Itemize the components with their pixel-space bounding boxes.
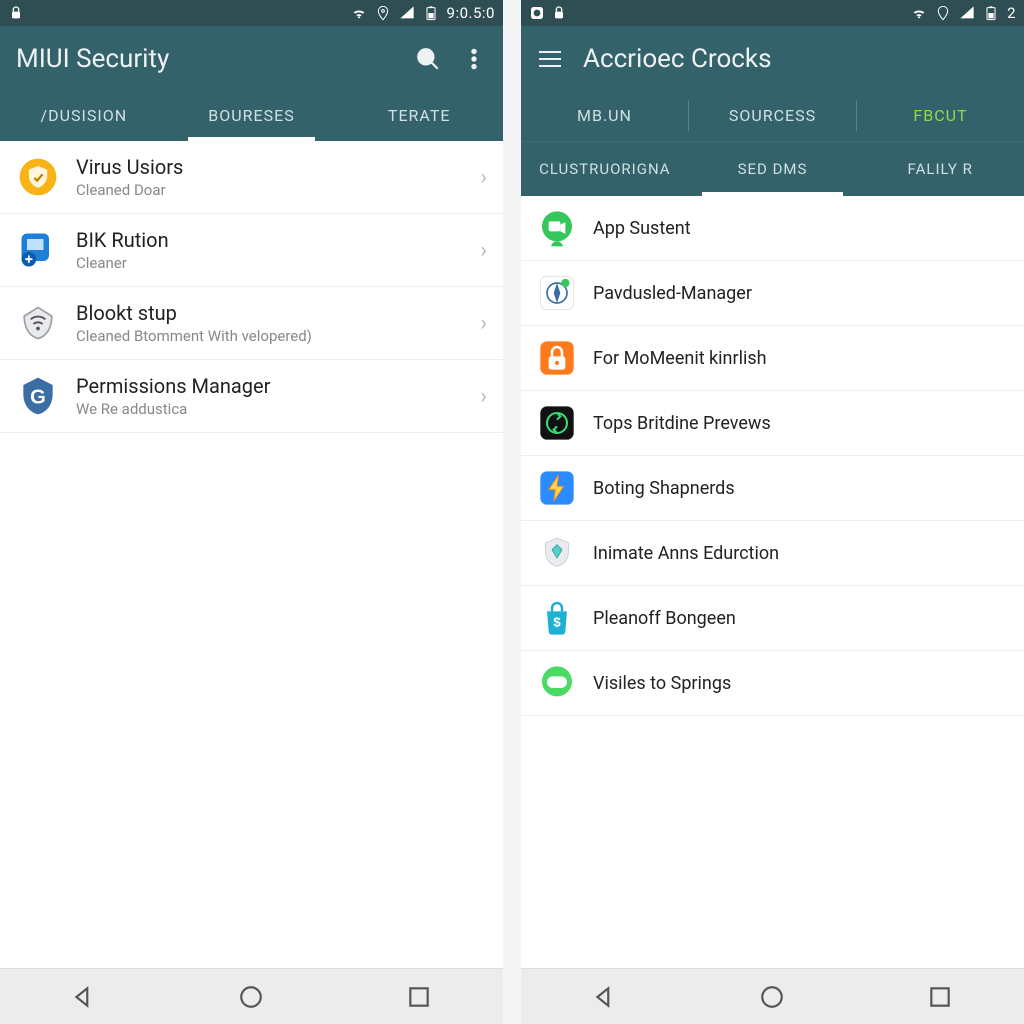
tabs: /DUSISION BOURESES TERATE xyxy=(0,90,503,141)
compass-icon xyxy=(537,273,577,313)
app-row[interactable]: Tops Britdine Prevews xyxy=(521,391,1024,456)
app-title: Boting Shapnerds xyxy=(593,478,1008,499)
app-title: Inimate Anns Edurction xyxy=(593,543,1008,564)
location-icon xyxy=(935,5,951,21)
action-bar: Accrioec Crocks xyxy=(521,26,1024,90)
tab-terate[interactable]: TERATE xyxy=(335,90,503,141)
shield-icon xyxy=(16,155,60,199)
cleaner-icon xyxy=(16,228,60,272)
bag-icon: $ xyxy=(537,598,577,638)
subtabs: CLUSTRUORIGNA SED DMS FALILY R xyxy=(521,141,1024,196)
list: Virus Usiors Cleaned Doar › BIK Rution C… xyxy=(0,141,503,968)
list-item-permissions[interactable]: G Permissions Manager We Re addustica › xyxy=(0,360,503,433)
app-title: Tops Britdine Prevews xyxy=(593,413,1008,434)
tab-dusision[interactable]: /DUSISION xyxy=(0,90,168,141)
app-title: Pavdusled-Manager xyxy=(593,283,1008,304)
app-icon xyxy=(529,5,545,21)
shield-gem-icon xyxy=(537,533,577,573)
action-bar: MIUI Security xyxy=(0,26,503,90)
phone-right: 2 Accrioec Crocks MB.UN SOURCESS FBCUT C… xyxy=(521,0,1024,1024)
wifi-icon xyxy=(911,5,927,21)
refresh-icon xyxy=(537,403,577,443)
lock-icon xyxy=(8,5,24,21)
back-button[interactable] xyxy=(68,981,100,1013)
wifi-shield-icon xyxy=(16,301,60,345)
item-title: Virus Usiors xyxy=(76,155,464,179)
page-title: MIUI Security xyxy=(16,44,395,74)
tab-mbun[interactable]: MB.UN xyxy=(521,90,688,141)
app-title: Pleanoff Bongeen xyxy=(593,608,1008,629)
app-row[interactable]: For MoMeenit kinrlish xyxy=(521,326,1024,391)
bolt-icon xyxy=(537,468,577,508)
status-time: 2 xyxy=(1007,4,1016,22)
battery-icon xyxy=(423,5,439,21)
chat-icon xyxy=(537,663,577,703)
subtab-clustru[interactable]: CLUSTRUORIGNA xyxy=(521,142,689,196)
status-time: 9:0.5:0 xyxy=(447,4,495,22)
home-button[interactable] xyxy=(756,981,788,1013)
signal-icon xyxy=(959,5,975,21)
item-subtitle: Cleaned Doar xyxy=(76,181,464,199)
item-title: Blookt stup xyxy=(76,301,464,325)
app-row[interactable]: Pavdusled-Manager xyxy=(521,261,1024,326)
status-bar: 2 xyxy=(521,0,1024,26)
item-subtitle: Cleaned Btomment With velopered) xyxy=(76,327,464,345)
tab-fbcut[interactable]: FBCUT xyxy=(857,90,1024,141)
app-title: Visiles to Springs xyxy=(593,673,1008,694)
nav-bar xyxy=(0,968,503,1024)
app-title: For MoMeenit kinrlish xyxy=(593,348,1008,369)
svg-text:$: $ xyxy=(553,614,561,629)
chevron-right-icon: › xyxy=(480,238,487,263)
battery-icon xyxy=(983,5,999,21)
list-item-blookt[interactable]: Blookt stup Cleaned Btomment With velope… xyxy=(0,287,503,360)
app-row[interactable]: $ Pleanoff Bongeen xyxy=(521,586,1024,651)
phone-left: 9:0.5:0 MIUI Security /DUSISION BOURESES… xyxy=(0,0,503,1024)
app-list: App Sustent Pavdusled-Manager For MoMeen… xyxy=(521,196,1024,968)
signal-icon xyxy=(399,5,415,21)
search-icon[interactable] xyxy=(415,46,441,72)
item-title: BIK Rution xyxy=(76,228,464,252)
page-title: Accrioec Crocks xyxy=(583,44,1008,74)
tab-boureses[interactable]: BOURESES xyxy=(168,90,336,141)
recent-button[interactable] xyxy=(403,981,435,1013)
chevron-right-icon: › xyxy=(480,311,487,336)
nav-bar xyxy=(521,968,1024,1024)
tab-sourcess[interactable]: SOURCESS xyxy=(689,90,856,141)
app-row[interactable]: Visiles to Springs xyxy=(521,651,1024,716)
lock-icon xyxy=(551,5,567,21)
video-icon xyxy=(537,208,577,248)
chevron-right-icon: › xyxy=(480,384,487,409)
app-row[interactable]: Boting Shapnerds xyxy=(521,456,1024,521)
chevron-right-icon: › xyxy=(480,165,487,190)
item-title: Permissions Manager xyxy=(76,374,464,398)
svg-text:G: G xyxy=(30,386,46,408)
more-icon[interactable] xyxy=(461,46,487,72)
menu-icon[interactable] xyxy=(537,46,563,72)
recent-button[interactable] xyxy=(924,981,956,1013)
wifi-icon xyxy=(351,5,367,21)
list-item-bik[interactable]: BIK Rution Cleaner › xyxy=(0,214,503,287)
list-item-virus[interactable]: Virus Usiors Cleaned Doar › xyxy=(0,141,503,214)
location-icon xyxy=(375,5,391,21)
status-bar: 9:0.5:0 xyxy=(0,0,503,26)
permissions-icon: G xyxy=(16,374,60,418)
back-button[interactable] xyxy=(589,981,621,1013)
subtab-falily[interactable]: FALILY R xyxy=(856,142,1024,196)
subtab-seddms[interactable]: SED DMS xyxy=(689,142,857,196)
home-button[interactable] xyxy=(235,981,267,1013)
app-row[interactable]: App Sustent xyxy=(521,196,1024,261)
item-subtitle: Cleaner xyxy=(76,254,464,272)
tabs: MB.UN SOURCESS FBCUT xyxy=(521,90,1024,141)
lock-app-icon xyxy=(537,338,577,378)
app-title: App Sustent xyxy=(593,218,1008,239)
app-row[interactable]: Inimate Anns Edurction xyxy=(521,521,1024,586)
item-subtitle: We Re addustica xyxy=(76,400,464,418)
